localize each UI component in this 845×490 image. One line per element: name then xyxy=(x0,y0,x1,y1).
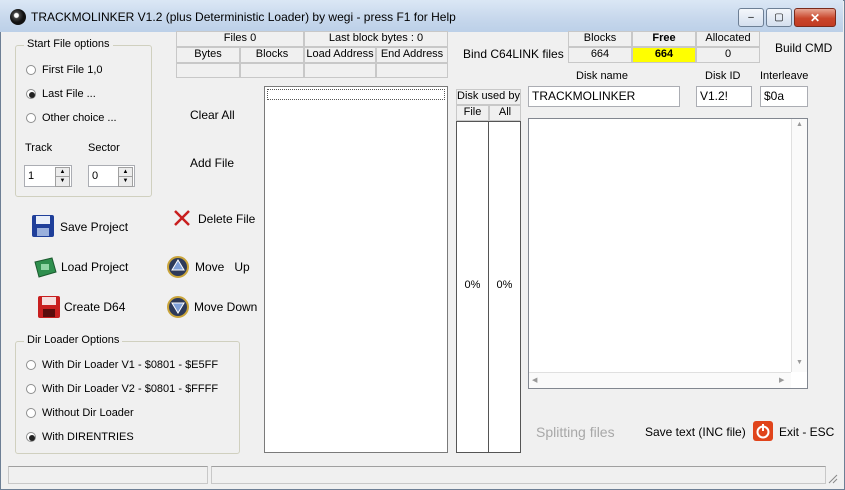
val-blocks xyxy=(240,63,304,78)
col-bytes: Bytes xyxy=(176,47,240,63)
radio-other-choice[interactable] xyxy=(26,113,36,123)
exit-button[interactable]: Exit - ESC xyxy=(779,425,834,439)
col-blocks: Blocks xyxy=(240,47,304,63)
vertical-scrollbar[interactable]: ▲ ▼ xyxy=(791,119,807,372)
val-bytes xyxy=(176,63,240,78)
load-project-button[interactable]: Load Project xyxy=(61,260,128,274)
save-text-button[interactable]: Save text (INC file) xyxy=(645,425,746,439)
disk-used-all-header: All xyxy=(489,105,521,121)
resize-grip-icon[interactable] xyxy=(826,472,838,484)
exit-icon[interactable] xyxy=(752,420,774,442)
splitting-files-button[interactable]: Splitting files xyxy=(536,424,615,440)
val-end-address xyxy=(376,63,448,78)
files-count: Files 0 xyxy=(176,31,304,47)
allocated-header: Allocated xyxy=(696,31,760,47)
scroll-left-icon[interactable]: ◀ xyxy=(532,376,537,384)
track-value: 1 xyxy=(28,170,35,182)
delete-file-button[interactable]: Delete File xyxy=(198,212,255,226)
radio-dir-loader-v2-label[interactable]: With Dir Loader V2 - $0801 - $FFFF xyxy=(42,383,218,395)
col-load-address: Load Address xyxy=(304,47,376,63)
scroll-right-icon[interactable]: ▶ xyxy=(779,376,784,384)
move-down-button[interactable]: Move Down xyxy=(194,300,257,314)
delete-file-icon[interactable] xyxy=(172,208,192,228)
radio-first-file-label[interactable]: First File 1,0 xyxy=(42,64,103,76)
save-project-button[interactable]: Save Project xyxy=(60,220,128,234)
maximize-icon: ▢ xyxy=(774,12,784,23)
add-file-button[interactable]: Add File xyxy=(190,156,234,170)
radio-first-file[interactable] xyxy=(26,65,36,75)
disk-used-file-pct: 0% xyxy=(464,279,481,291)
radio-last-file[interactable] xyxy=(26,89,36,99)
disk-id-input[interactable]: V1.2! xyxy=(696,86,752,107)
create-d64-button[interactable]: Create D64 xyxy=(64,300,125,314)
dir-loader-options-title: Dir Loader Options xyxy=(24,334,123,346)
maximize-button[interactable]: ▢ xyxy=(766,8,792,27)
disk-used-file-header: File xyxy=(456,105,489,121)
save-project-icon[interactable] xyxy=(30,213,56,237)
free-value: 664 xyxy=(632,47,696,63)
radio-dir-loader-v1[interactable] xyxy=(26,360,36,370)
col-end-address: End Address xyxy=(376,47,448,63)
radio-with-direntries-label[interactable]: With DIRENTRIES xyxy=(42,431,134,443)
minimize-button[interactable]: – xyxy=(738,8,764,27)
load-project-icon[interactable] xyxy=(32,254,58,278)
sector-stepper[interactable]: 0 ▲ ▼ xyxy=(88,165,135,187)
radio-without-dir-loader[interactable] xyxy=(26,408,36,418)
radio-last-file-label[interactable]: Last File ... xyxy=(42,88,96,100)
disk-used-all-bar: 0% xyxy=(488,121,521,453)
last-block-bytes: Last block bytes : 0 xyxy=(304,31,448,47)
disk-name-input[interactable]: TRACKMOLINKER xyxy=(528,86,680,107)
start-file-options-title: Start File options xyxy=(24,38,113,50)
disk-used-all-pct: 0% xyxy=(496,279,513,291)
status-panel-left xyxy=(8,466,208,484)
disk-used-file-bar: 0% xyxy=(456,121,489,453)
move-up-icon[interactable] xyxy=(166,255,192,279)
track-stepper[interactable]: 1 ▲ ▼ xyxy=(24,165,72,187)
bind-c64link-button[interactable]: Bind C64LINK files xyxy=(463,47,564,61)
create-d64-icon[interactable] xyxy=(36,294,62,318)
disk-name-label: Disk name xyxy=(576,70,628,82)
status-panel-right xyxy=(211,466,826,484)
clear-all-button[interactable]: Clear All xyxy=(190,108,235,122)
file-list[interactable] xyxy=(264,86,448,453)
close-button[interactable]: ✕ xyxy=(794,8,836,27)
interleave-input[interactable]: $0a xyxy=(760,86,808,107)
scroll-up-icon[interactable]: ▲ xyxy=(796,121,803,128)
track-down-icon[interactable]: ▼ xyxy=(55,176,70,187)
track-label: Track xyxy=(25,142,53,154)
window-title: TRACKMOLINKER V1.2 (plus Deterministic L… xyxy=(31,10,456,24)
allocated-value: 0 xyxy=(696,47,760,63)
radio-with-direntries[interactable] xyxy=(26,432,36,442)
radio-dir-loader-v1-label[interactable]: With Dir Loader V1 - $0801 - $E5FF xyxy=(42,359,218,371)
radio-other-choice-label[interactable]: Other choice ... xyxy=(42,112,117,124)
list-focus-row[interactable] xyxy=(267,89,445,100)
scroll-down-icon[interactable]: ▼ xyxy=(796,359,803,366)
disk-used-by-header: Disk used by xyxy=(456,89,521,105)
move-down-icon[interactable] xyxy=(166,295,192,319)
free-header: Free xyxy=(632,31,696,47)
close-icon: ✕ xyxy=(809,10,821,25)
move-up-button[interactable]: Move Up xyxy=(195,260,250,274)
horizontal-scrollbar[interactable]: ◀ ▶ xyxy=(529,372,791,388)
radio-dir-loader-v2[interactable] xyxy=(26,384,36,394)
blocks-value: 664 xyxy=(568,47,632,63)
val-load-address xyxy=(304,63,376,78)
disk-id-label: Disk ID xyxy=(705,70,741,82)
sector-label: Sector xyxy=(88,142,120,154)
build-cmd-button[interactable]: Build CMD xyxy=(775,41,832,55)
minimize-icon: – xyxy=(748,12,754,23)
sector-value: 0 xyxy=(92,170,99,182)
output-text-area[interactable]: ▲ ▼ ◀ ▶ xyxy=(528,118,808,389)
app-icon xyxy=(10,9,26,25)
interleave-label: Interleave xyxy=(760,70,809,82)
sector-down-icon[interactable]: ▼ xyxy=(118,176,133,187)
radio-without-dir-loader-label[interactable]: Without Dir Loader xyxy=(42,407,134,419)
blocks-header: Blocks xyxy=(568,31,632,47)
